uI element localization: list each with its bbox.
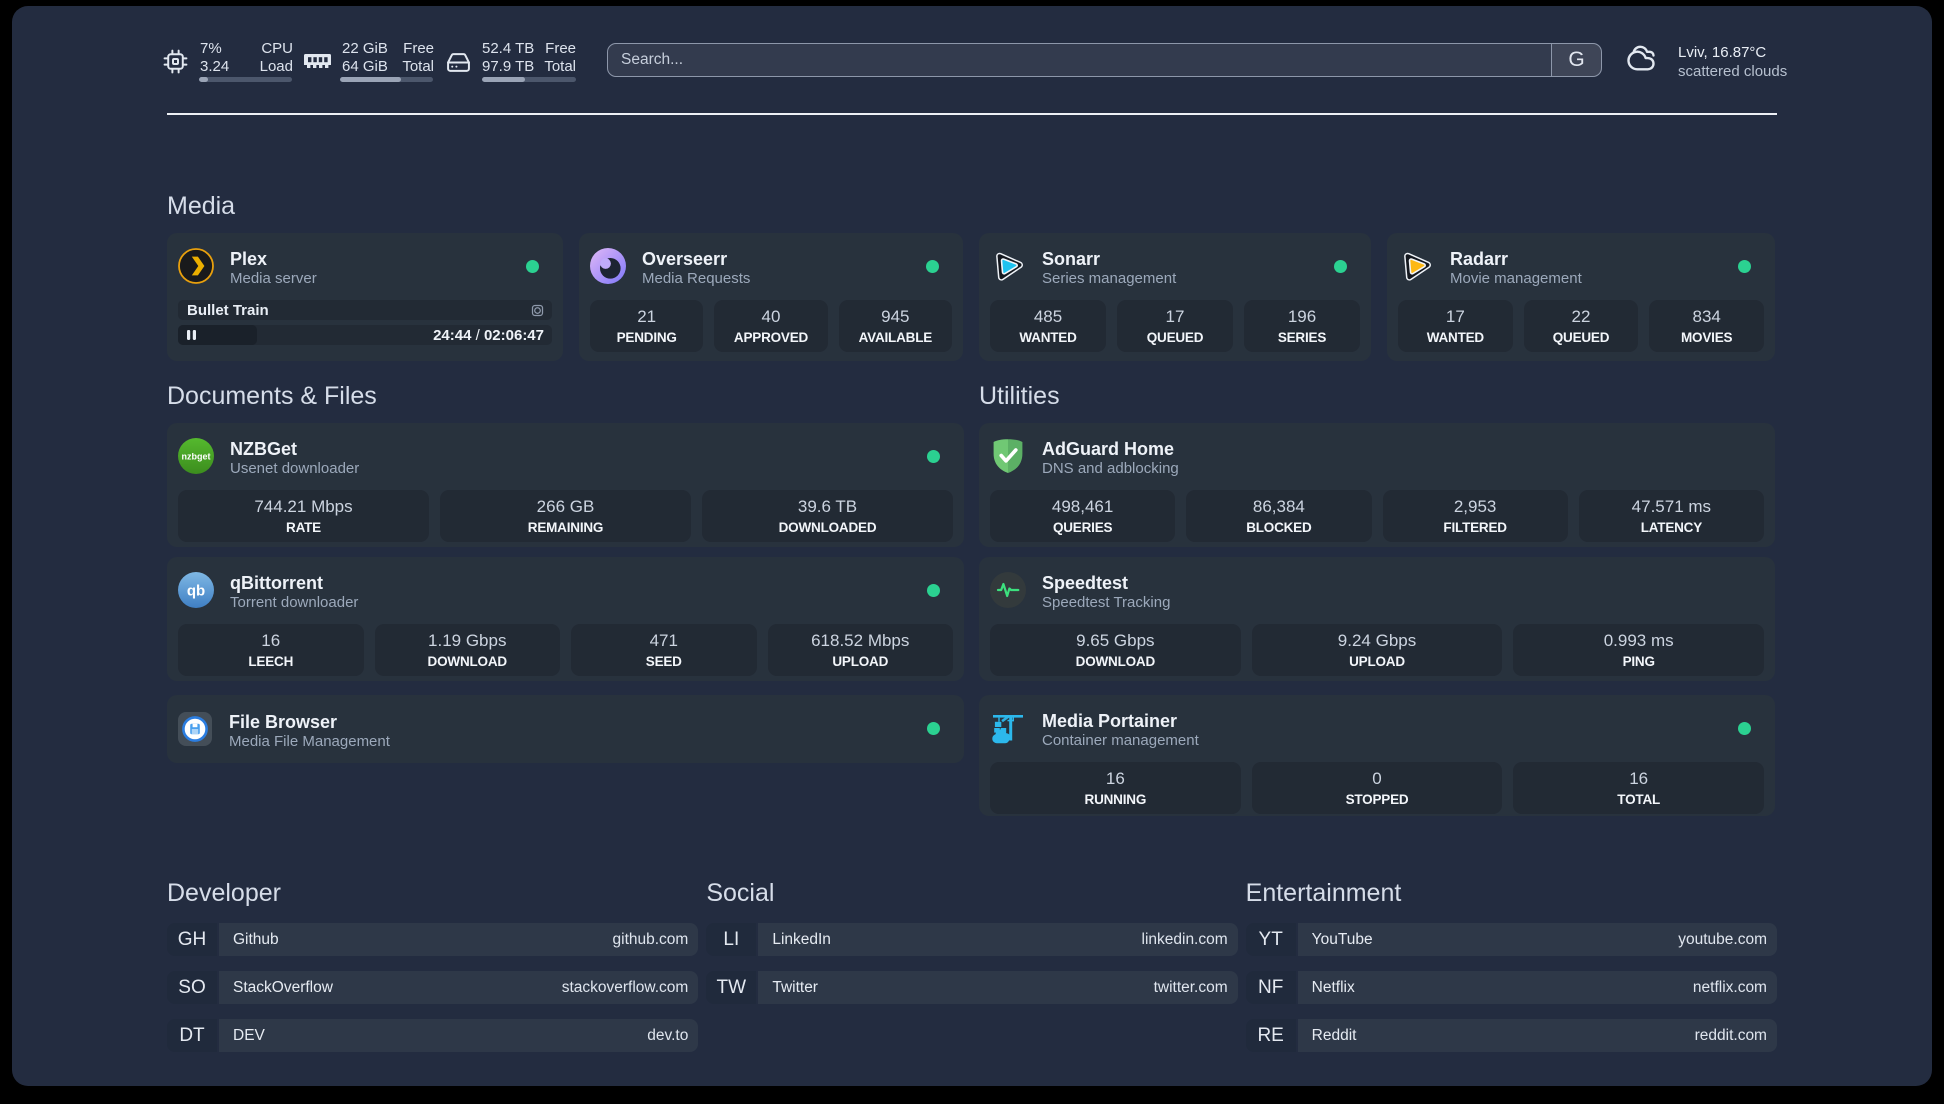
svg-text:nzbget: nzbget (182, 452, 211, 462)
svg-text:qb: qb (187, 583, 205, 600)
